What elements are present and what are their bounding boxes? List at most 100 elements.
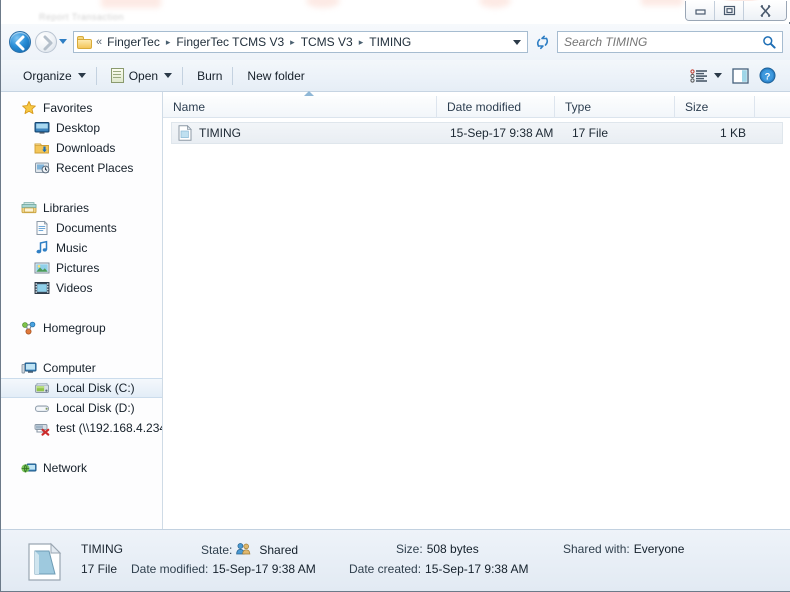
sidebar-item-desktop[interactable]: Desktop [1, 118, 162, 138]
details-shared-with: Shared with: Everyone [563, 542, 684, 556]
file-list-pane[interactable]: Name Date modified Type Size TIMING 15-S… [163, 91, 790, 530]
sidebar-label: Music [56, 241, 88, 255]
sidebar-item-documents[interactable]: Documents [1, 218, 162, 238]
sidebar-item-downloads[interactable]: Downloads [1, 138, 162, 158]
help-button[interactable]: ? [754, 64, 781, 88]
sidebar-item-local-disk-c[interactable]: Local Disk (C:) [1, 378, 162, 398]
breadcrumb-item-timing[interactable]: TIMING [367, 35, 413, 49]
close-icon [759, 4, 771, 17]
sidebar-label: Videos [56, 281, 93, 295]
explorer-window: Report Transaction « FingerTec ▸ FingerT… [0, 0, 790, 592]
details-date-modified: Date modified: 15-Sep-17 9:38 AM [131, 562, 316, 576]
open-button[interactable]: Open [103, 64, 180, 88]
details-title: TIMING [81, 542, 123, 556]
column-header-name[interactable]: Name [163, 95, 437, 118]
preview-pane-button[interactable] [727, 64, 754, 88]
sidebar-group-homegroup: Homegroup [1, 318, 162, 338]
command-bar-right: ? [685, 64, 790, 88]
burn-button[interactable]: Burn [189, 64, 230, 88]
new-folder-label: New folder [247, 68, 305, 83]
videos-icon [34, 280, 50, 296]
toolbar-divider [232, 66, 234, 85]
sidebar-group-network: Network [1, 458, 162, 478]
sidebar-item-network[interactable]: Network [1, 458, 162, 478]
back-button[interactable] [9, 31, 31, 53]
sidebar-label: Favorites [43, 101, 93, 115]
view-options-icon [690, 68, 707, 83]
column-header-type[interactable]: Type [555, 95, 675, 118]
details-size-label: Size: [396, 542, 423, 556]
file-size-cell: 1 KB [719, 126, 746, 140]
sidebar-item-local-disk-d[interactable]: Local Disk (D:) [1, 398, 162, 418]
column-header-label: Name [173, 99, 206, 114]
organize-button[interactable]: Organize [15, 64, 94, 88]
documents-icon [34, 220, 50, 236]
address-dropdown-icon[interactable] [513, 39, 521, 45]
open-label: Open [128, 68, 159, 83]
sidebar-label: Pictures [56, 261, 100, 275]
file-date-cell: 15-Sep-17 9:38 AM [450, 126, 554, 140]
file-type-cell: 17 File [572, 126, 609, 140]
details-state-label: State: [201, 543, 233, 557]
breadcrumb-separator-icon[interactable]: ▸ [162, 37, 175, 48]
svg-text:?: ? [765, 71, 771, 82]
breadcrumb-item-fingertec-tcms-v3[interactable]: FingerTec TCMS V3 [174, 35, 286, 49]
help-icon: ? [759, 67, 776, 84]
close-button[interactable] [744, 1, 786, 20]
file-name-cell: TIMING [172, 125, 440, 141]
sidebar-item-music[interactable]: Music [1, 238, 162, 258]
sidebar-item-pictures[interactable]: Pictures [1, 258, 162, 278]
address-bar[interactable]: « FingerTec ▸ FingerTec TCMS V3 ▸ TCMS V… [73, 31, 528, 53]
details-size: Size: 508 bytes [396, 542, 479, 556]
refresh-button[interactable] [534, 34, 551, 51]
pictures-icon [34, 260, 50, 276]
sidebar-group-computer: Computer Local Disk (C:) Local Disk (D:)… [1, 358, 162, 438]
explorer-body: Favorites Desktop Downloads Recent Place… [1, 91, 790, 530]
details-shared-with-value: Everyone [633, 542, 685, 556]
navigation-pane[interactable]: Favorites Desktop Downloads Recent Place… [1, 92, 163, 530]
new-folder-button[interactable]: New folder [239, 64, 312, 88]
details-subtitle: 17 File [81, 562, 118, 576]
search-input[interactable] [558, 35, 762, 49]
toolbar-divider [182, 66, 184, 85]
local-disk-c-icon [34, 380, 50, 396]
breadcrumb-item-tcms-v3[interactable]: TCMS V3 [299, 35, 355, 49]
details-size-value: 508 bytes [426, 542, 479, 556]
network-drive-disconnected-icon [34, 420, 50, 436]
column-header-date-modified[interactable]: Date modified [437, 95, 555, 118]
search-box[interactable] [557, 31, 783, 53]
burn-label: Burn [197, 68, 223, 83]
minimize-button[interactable] [686, 1, 715, 20]
breadcrumb-overflow-icon[interactable]: « [95, 36, 105, 48]
shared-users-icon [236, 542, 251, 558]
breadcrumb-item-fingertec[interactable]: FingerTec [105, 35, 162, 49]
column-header-size[interactable]: Size [675, 95, 755, 118]
window-controls [685, 1, 787, 21]
change-view-button[interactable] [685, 64, 727, 88]
search-icon[interactable] [762, 35, 776, 49]
forward-button[interactable] [35, 31, 57, 53]
table-row[interactable]: TIMING 15-Sep-17 9:38 AM 17 File 1 KB [171, 122, 783, 144]
sidebar-item-videos[interactable]: Videos [1, 278, 162, 298]
generic-file-large-icon [27, 542, 63, 582]
sidebar-item-favorites[interactable]: Favorites [1, 98, 162, 118]
sidebar-item-network-drive-test[interactable]: test (\\192.168.4.234) [1, 418, 162, 438]
details-date-modified-label: Date modified: [131, 562, 209, 576]
sidebar-item-computer[interactable]: Computer [1, 358, 162, 378]
sidebar-item-recent-places[interactable]: Recent Places [1, 158, 162, 178]
folder-icon [77, 35, 92, 49]
breadcrumb-separator-icon[interactable]: ▸ [355, 37, 368, 48]
sidebar-label: Computer [43, 361, 96, 375]
sidebar-item-homegroup[interactable]: Homegroup [1, 318, 162, 338]
column-header-row: Name Date modified Type Size [163, 95, 790, 118]
sidebar-label: test (\\192.168.4.234) [56, 421, 162, 435]
music-icon [34, 240, 50, 256]
breadcrumb-separator-icon[interactable]: ▸ [286, 37, 299, 48]
refresh-icon [536, 35, 549, 50]
sidebar-label: Desktop [56, 121, 101, 135]
forward-arrow-icon [43, 35, 53, 51]
maximize-button[interactable] [715, 1, 744, 20]
history-dropdown-icon[interactable] [59, 39, 67, 44]
details-shared-with-label: Shared with: [563, 542, 630, 556]
sidebar-item-libraries[interactable]: Libraries [1, 198, 162, 218]
